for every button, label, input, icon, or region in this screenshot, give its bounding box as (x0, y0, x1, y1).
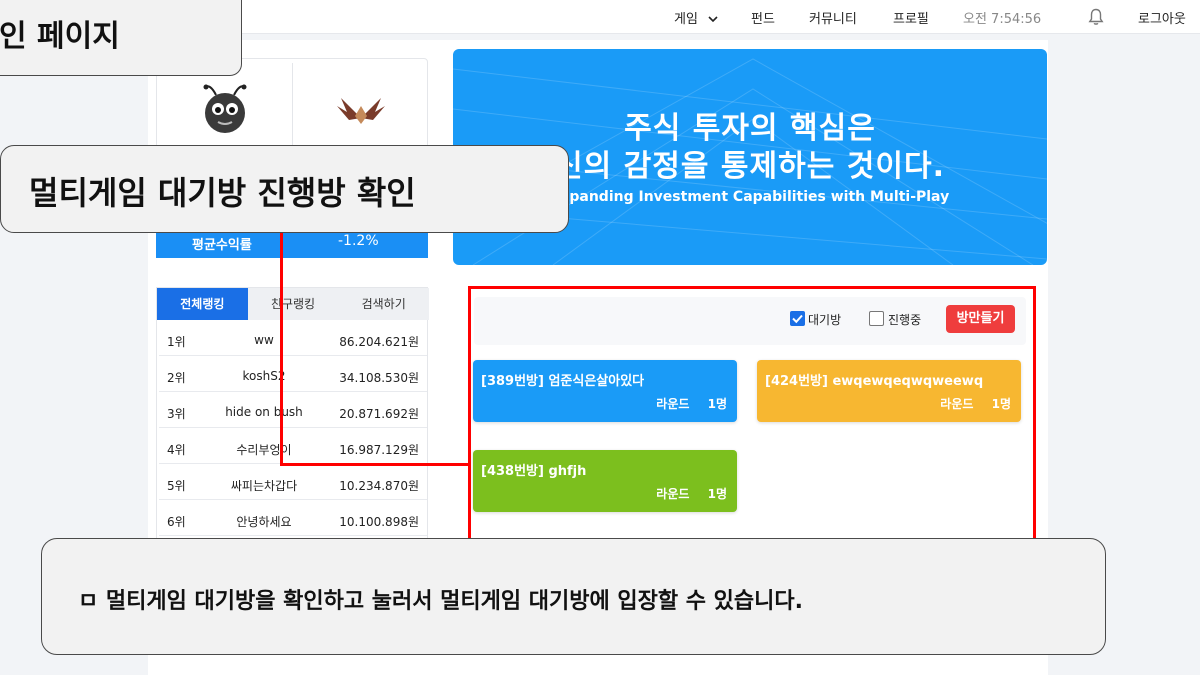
chevron-down-icon (708, 16, 718, 23)
avatar-divider (292, 63, 293, 153)
average-return-value: -1.2% (338, 233, 379, 249)
rank-username: ww (254, 333, 274, 347)
room-title: [438번방] ghfjh (481, 464, 587, 479)
checkmark-icon (792, 314, 803, 324)
rank-amount: 34.108.530원 (339, 371, 419, 385)
make-room-button[interactable]: 방만들기 (946, 305, 1015, 333)
ranking-tabs: 전체랭킹 친구랭킹 검색하기 (157, 288, 430, 320)
rank-position: 5위 (167, 479, 186, 493)
bell-icon[interactable] (1088, 8, 1104, 26)
rank-username: koshS2 (242, 369, 286, 383)
average-return-label: 평균수익률 (192, 238, 252, 253)
page-title-callout: 인 페이지 (0, 0, 242, 76)
table-row[interactable]: 1위 ww 86.204.621원 (159, 324, 427, 356)
description-callout: ㅁ 멀티게임 대기방을 확인하고 눌러서 멀티게임 대기방에 입장할 수 있습니… (41, 538, 1106, 655)
waiting-room-label: 대기방 (808, 313, 842, 327)
room-player-count: 1명 (707, 487, 727, 501)
room-title: [389번방] 엄준식은살아있다 (481, 374, 645, 389)
rank-amount: 20.871.692원 (339, 407, 419, 421)
room-card[interactable]: [424번방] ewqewqeqwqweewq 라운드 1명 (757, 360, 1021, 422)
clock: 오전 7:54:56 (963, 12, 1042, 27)
rank-position: 1위 (167, 335, 186, 349)
room-card[interactable]: [438번방] ghfjh 라운드 1명 (473, 450, 737, 512)
wing-badge-icon (337, 98, 385, 124)
rank-amount: 10.100.898원 (339, 515, 419, 529)
description-callout-text: ㅁ 멀티게임 대기방을 확인하고 눌러서 멀티게임 대기방에 입장할 수 있습니… (78, 589, 803, 614)
section-callout: 멀티게임 대기방 진행방 확인 (0, 145, 569, 233)
nav-game-label: 게임 (674, 12, 698, 27)
tab-all-ranking[interactable]: 전체랭킹 (157, 288, 248, 320)
rank-amount: 86.204.621원 (339, 335, 419, 349)
tab-friend-ranking[interactable]: 친구랭킹 (247, 288, 339, 320)
logout-link[interactable]: 로그아웃 (1138, 8, 1186, 27)
room-toolbar (474, 297, 1026, 345)
room-meta: 라운드 1명 (656, 395, 727, 412)
room-player-count: 1명 (991, 397, 1011, 411)
tab-search[interactable]: 검색하기 (338, 288, 430, 320)
nav-fund[interactable]: 펀드 (751, 8, 775, 27)
room-title: [424번방] ewqewqeqwqweewq (765, 374, 984, 389)
rank-position: 2위 (167, 371, 186, 385)
rank-username: 수리부엉이 (236, 443, 292, 457)
room-meta: 라운드 1명 (656, 485, 727, 502)
rank-position: 3위 (167, 407, 186, 421)
highlight-connector-vertical (280, 232, 283, 466)
room-round-label: 라운드 (656, 397, 690, 411)
page-title-callout-text: 인 페이지 (0, 19, 120, 54)
rank-username: hide on bush (225, 405, 303, 419)
nav-profile[interactable]: 프로필 (893, 8, 929, 27)
room-round-label: 라운드 (940, 397, 974, 411)
nav-community[interactable]: 커뮤니티 (809, 8, 857, 27)
room-card[interactable]: [389번방] 엄준식은살아있다 라운드 1명 (473, 360, 737, 422)
rank-position: 4위 (167, 443, 186, 457)
playing-room-checkbox[interactable] (869, 311, 884, 326)
table-row[interactable]: 5위 싸피는차갑다 10.234.870원 (159, 468, 427, 500)
rank-amount: 10.234.870원 (339, 479, 419, 493)
rank-position: 6위 (167, 515, 186, 529)
rank-amount: 16.987.129원 (339, 443, 419, 457)
table-row[interactable]: 3위 hide on bush 20.871.692원 (159, 396, 427, 428)
table-row[interactable]: 2위 koshS2 34.108.530원 (159, 360, 427, 392)
room-meta: 라운드 1명 (940, 395, 1011, 412)
ranking-panel: 전체랭킹 친구랭킹 검색하기 1위 ww 86.204.621원 2위 kosh… (156, 287, 430, 547)
rank-username: 싸피는차갑다 (230, 479, 298, 493)
highlight-connector-horizontal (280, 463, 470, 466)
rank-username: 안녕하세요 (236, 515, 292, 529)
table-row[interactable]: 4위 수리부엉이 16.987.129원 (159, 432, 427, 464)
playing-room-label: 진행중 (888, 313, 922, 327)
tier-badge (295, 61, 427, 155)
waiting-room-checkbox[interactable] (790, 311, 805, 326)
nav-game-menu[interactable]: 게임 (674, 8, 718, 27)
room-round-label: 라운드 (656, 487, 690, 501)
room-player-count: 1명 (707, 397, 727, 411)
section-callout-text: 멀티게임 대기방 진행방 확인 (29, 174, 416, 212)
bug-character-icon (203, 84, 247, 133)
table-row[interactable]: 6위 안녕하세요 10.100.898원 (159, 504, 427, 536)
